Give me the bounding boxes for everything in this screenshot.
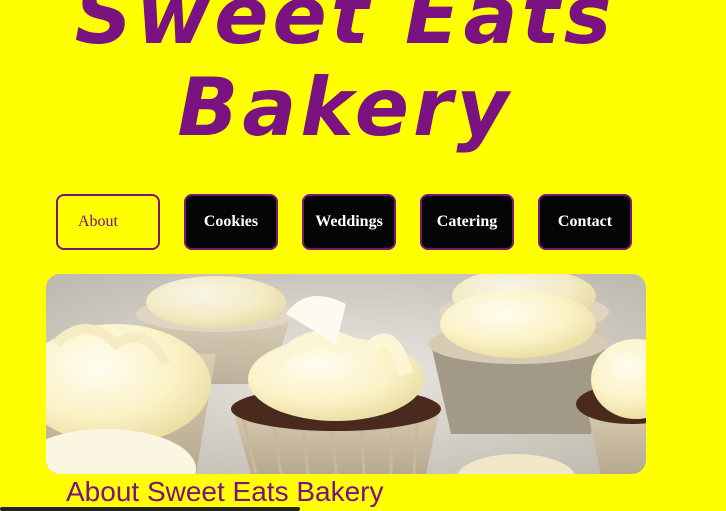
nav-about-button[interactable]: About	[56, 194, 160, 250]
nav-contact-button[interactable]: Contact	[538, 194, 632, 250]
horizontal-scrollbar[interactable]	[0, 507, 300, 511]
nav-cookies-button[interactable]: Cookies	[184, 194, 278, 250]
nav-weddings-button[interactable]: Weddings	[302, 194, 396, 250]
hero-image	[46, 274, 646, 474]
site-title-line1: Sweet Eats	[74, 0, 616, 62]
cupcakes-photo	[46, 274, 646, 474]
site-title-line2: Bakery	[177, 61, 513, 154]
about-heading: About Sweet Eats Bakery	[66, 476, 384, 507]
site-title: Sweet Eats Bakery	[0, 0, 690, 154]
nav-catering-button[interactable]: Catering	[420, 194, 514, 250]
